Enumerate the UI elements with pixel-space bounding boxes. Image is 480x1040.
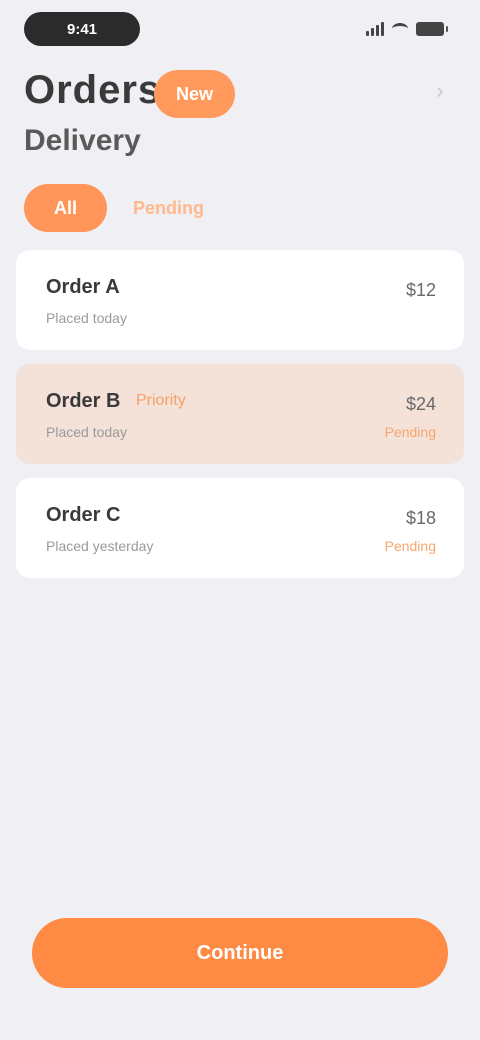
- item-status: Pending: [384, 424, 436, 440]
- page-title: Orders: [24, 68, 162, 112]
- item-value: $18: [405, 508, 436, 528]
- battery-icon: [416, 22, 448, 36]
- signal-icon: [366, 22, 384, 36]
- item-name: Order C: [46, 504, 121, 526]
- item-subtitle: Placed yesterday: [46, 538, 154, 554]
- item-name: Order A: [46, 276, 120, 298]
- filter-chip-all[interactable]: All: [24, 184, 108, 232]
- item-value: $24: [405, 394, 436, 414]
- status-time: 9:41: [24, 12, 140, 46]
- page-header: Orders New Delivery ›: [24, 62, 456, 172]
- filter-chip-pending[interactable]: Pending: [127, 184, 210, 232]
- continue-button[interactable]: Continue: [32, 918, 448, 988]
- chevron-right-icon[interactable]: ›: [430, 80, 450, 102]
- status-bar: 9:41: [0, 0, 480, 60]
- item-value: $12: [405, 280, 436, 300]
- list-item-highlighted[interactable]: Order B Priority Placed today $24 Pendin…: [16, 364, 464, 464]
- filter-tabs: All Pending: [24, 184, 456, 232]
- item-status: Pending: [384, 538, 436, 554]
- page-subtitle: Delivery: [24, 124, 141, 157]
- wifi-icon: [392, 23, 408, 35]
- item-subtitle: Placed today: [46, 424, 127, 440]
- title-badge[interactable]: New: [154, 70, 236, 118]
- status-icons: [366, 18, 448, 40]
- list-item[interactable]: Order C Placed yesterday $18 Pending: [16, 478, 464, 578]
- list-item[interactable]: Order A Placed today $12: [16, 250, 464, 350]
- item-tag: Priority: [136, 392, 186, 409]
- item-subtitle: Placed today: [46, 310, 127, 326]
- item-name: Order B: [46, 390, 121, 412]
